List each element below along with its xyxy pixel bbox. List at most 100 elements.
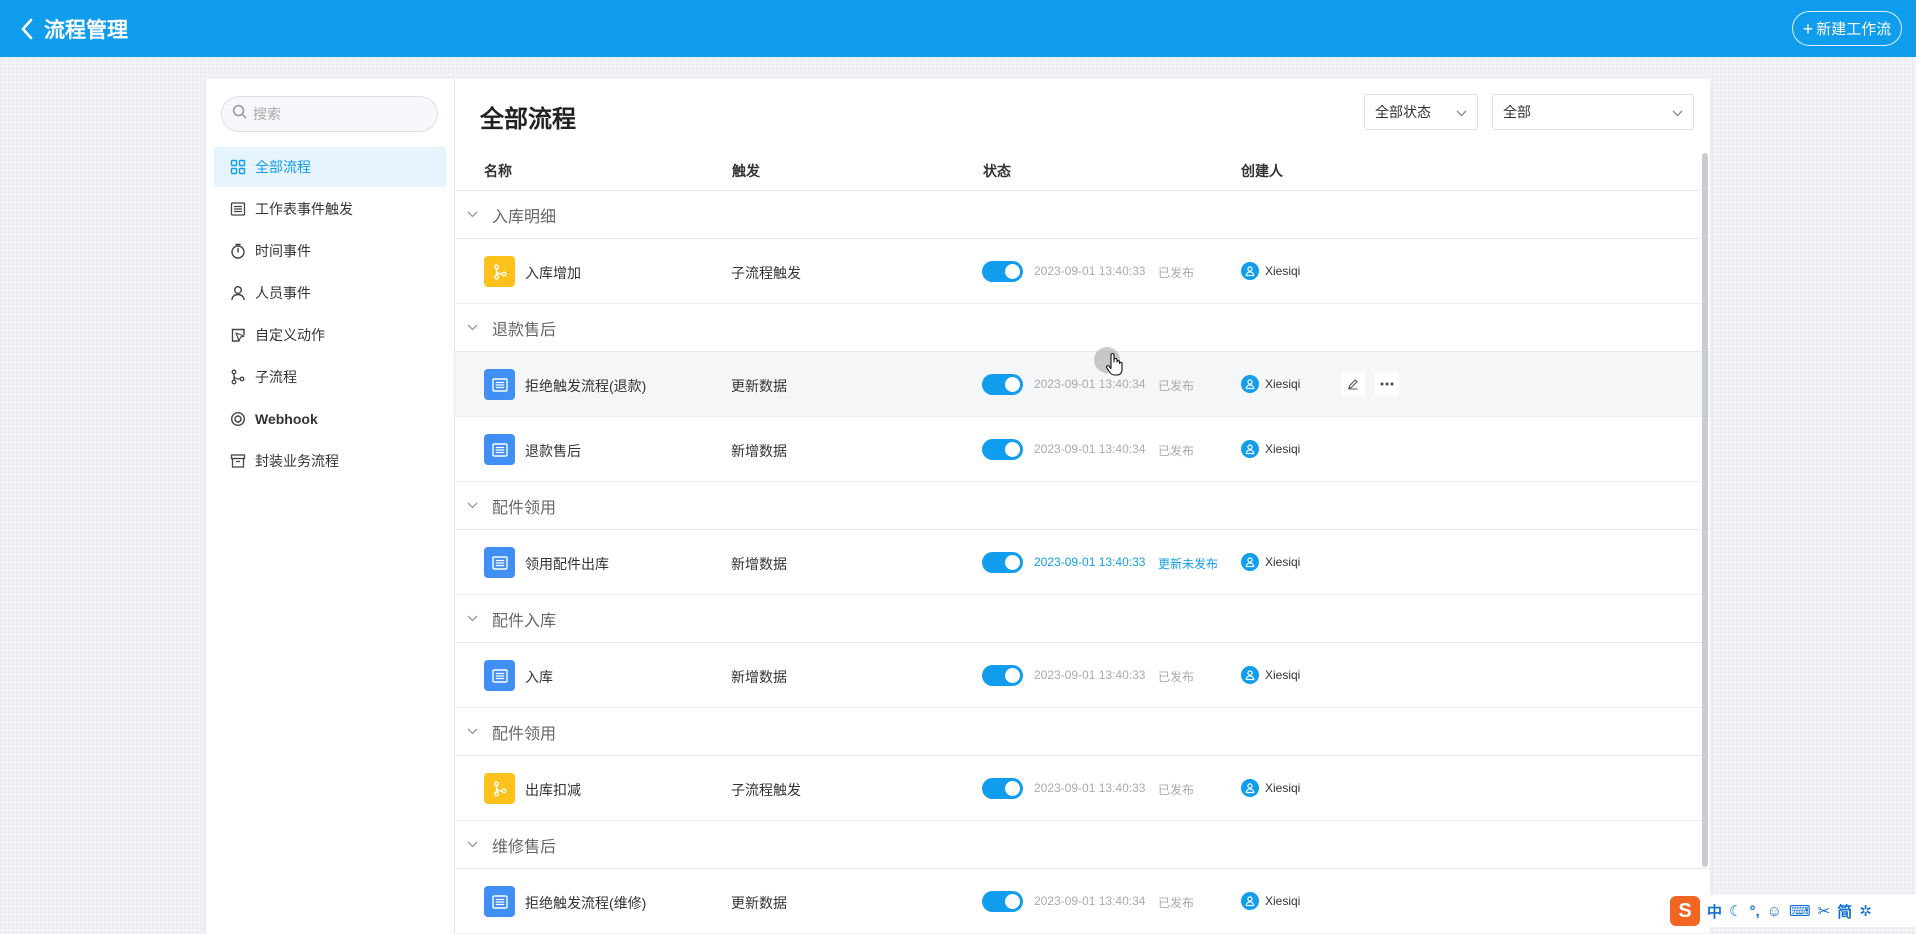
status-toggle[interactable]: [982, 261, 1023, 282]
sidebar-item-3[interactable]: 人员事件: [214, 273, 446, 313]
table-row[interactable]: 拒绝触发流程(维修) 更新数据 2023-09-01 13:40:34 已发布 Xies…: [455, 869, 1710, 934]
group-header[interactable]: 配件领用: [455, 708, 1710, 756]
new-workflow-button[interactable]: + 新建工作流: [1792, 11, 1902, 46]
publish-status: 已发布: [1158, 266, 1195, 280]
publish-time: 2023-09-01 13:40:33: [1034, 555, 1146, 569]
group-name: 配件领用: [492, 499, 557, 517]
chevron-down-icon[interactable]: [467, 726, 479, 738]
status-toggle[interactable]: [982, 439, 1023, 460]
sidebar-item-label: 自定义动作: [255, 327, 325, 343]
workflow-trigger: 子流程触发: [731, 782, 801, 798]
publish-status: 已发布: [1158, 896, 1195, 910]
ime-item-2[interactable]: °,: [1749, 903, 1759, 920]
workflow-trigger: 子流程触发: [731, 265, 801, 281]
status-filter-dropdown[interactable]: 全部状态: [1364, 94, 1478, 130]
ime-item-6[interactable]: 简: [1837, 901, 1852, 922]
publish-time: 2023-09-01 13:40:33: [1034, 264, 1146, 278]
scope-filter-dropdown[interactable]: 全部: [1492, 94, 1694, 130]
creator-name: Xiesiqi: [1265, 264, 1301, 278]
chevron-down-icon: [1456, 104, 1467, 120]
status-toggle[interactable]: [982, 374, 1023, 395]
sidebar-item-7[interactable]: 封装业务流程: [214, 441, 446, 481]
group-header[interactable]: 配件领用: [455, 482, 1710, 530]
worksheet-icon: [484, 434, 515, 465]
publish-status: 已发布: [1158, 670, 1195, 684]
chevron-down-icon[interactable]: [467, 322, 479, 334]
ime-item-1[interactable]: ☾: [1729, 902, 1742, 920]
edit-icon[interactable]: [1341, 372, 1365, 396]
sidebar-item-1[interactable]: 工作表事件触发: [214, 189, 446, 229]
status-filter-value: 全部状态: [1375, 104, 1431, 120]
status-toggle[interactable]: [982, 891, 1023, 912]
table-header: [455, 147, 1710, 191]
workflow-trigger: 更新数据: [731, 895, 787, 911]
workflow-name[interactable]: 退款售后: [525, 441, 581, 461]
back-arrow-icon[interactable]: [16, 18, 38, 40]
table-row[interactable]: 入库增加 子流程触发 2023-09-01 13:40:33 已发布 Xiesiqi: [455, 239, 1710, 304]
column-header-name: 名称: [484, 163, 512, 179]
sidebar-item-4[interactable]: 自定义动作: [214, 315, 446, 355]
workflow-name[interactable]: 入库增加: [525, 263, 581, 283]
chevron-down-icon[interactable]: [467, 209, 479, 221]
user-avatar-icon: [1241, 375, 1259, 393]
group-header[interactable]: 配件入库: [455, 595, 1710, 643]
webhook-icon: [229, 410, 247, 428]
publish-status: 已发布: [1158, 444, 1195, 458]
person-icon: [229, 284, 247, 302]
group-header[interactable]: 入库明细: [455, 191, 1710, 239]
plus-icon: +: [1802, 18, 1814, 39]
workflow-trigger: 新增数据: [731, 443, 787, 459]
table-row[interactable]: 入库 新增数据 2023-09-01 13:40:33 已发布 Xiesiqi: [455, 643, 1710, 708]
chevron-down-icon[interactable]: [467, 613, 479, 625]
search-box[interactable]: [221, 96, 438, 132]
hand-cursor-icon: [1093, 346, 1129, 382]
table-row[interactable]: 退款售后 新增数据 2023-09-01 13:40:34 已发布 Xiesiqi: [455, 417, 1710, 482]
page-title: 流程管理: [44, 18, 128, 42]
group-header[interactable]: 退款售后: [455, 304, 1710, 352]
ime-item-3[interactable]: ☺: [1767, 903, 1782, 920]
table-row[interactable]: 领用配件出库 新增数据 2023-09-01 13:40:33 更新未发布 Xiesiq…: [455, 530, 1710, 595]
subprocess-icon: [484, 773, 515, 804]
sidebar: 全部流程工作表事件触发时间事件人员事件自定义动作子流程 Webhook 封装业务流程: [206, 79, 455, 934]
search-input[interactable]: [253, 106, 423, 122]
sidebar-item-label: 子流程: [255, 369, 297, 385]
sidebar-item-5[interactable]: 子流程: [214, 357, 446, 397]
ime-toolbar: S 中 ☾ °, ☺ ⌨ ✂ 简 ✲: [1668, 895, 1916, 927]
status-toggle[interactable]: [982, 778, 1023, 799]
branch-icon: [229, 368, 247, 386]
sidebar-item-0[interactable]: 全部流程: [214, 147, 446, 187]
ime-item-0[interactable]: 中: [1707, 901, 1722, 922]
more-icon[interactable]: [1375, 372, 1399, 396]
chevron-down-icon: [1672, 104, 1683, 120]
chevron-down-icon[interactable]: [467, 839, 479, 851]
column-header-creator: 创建人: [1241, 163, 1283, 179]
column-header-status: 状态: [983, 163, 1011, 179]
user-avatar-icon: [1241, 892, 1259, 910]
user-avatar-icon: [1241, 553, 1259, 571]
group-name: 退款售后: [492, 321, 557, 339]
column-header-trigger: 触发: [732, 163, 760, 179]
workflow-name[interactable]: 出库扣减: [525, 780, 581, 800]
table-row[interactable]: 出库扣减 子流程触发 2023-09-01 13:40:33 已发布 Xiesiqi: [455, 756, 1710, 821]
status-toggle[interactable]: [982, 552, 1023, 573]
workflow-name[interactable]: 拒绝触发流程(退款): [525, 376, 646, 396]
publish-time: 2023-09-01 13:40:33: [1034, 668, 1146, 682]
ime-item-4[interactable]: ⌨: [1789, 902, 1811, 920]
sidebar-item-6[interactable]: Webhook: [214, 399, 446, 439]
ime-item-5[interactable]: ✂: [1818, 902, 1831, 920]
sidebar-item-2[interactable]: 时间事件: [214, 231, 446, 271]
chevron-down-icon[interactable]: [467, 500, 479, 512]
worksheet-icon: [484, 547, 515, 578]
ime-logo-icon[interactable]: S: [1670, 896, 1700, 926]
workflow-name[interactable]: 拒绝触发流程(维修): [525, 893, 646, 913]
publish-status: 更新未发布: [1158, 557, 1219, 571]
table-row[interactable]: 拒绝触发流程(退款) 更新数据 2023-09-01 13:40:34 已发布 Xies…: [455, 352, 1710, 417]
ime-item-7[interactable]: ✲: [1859, 902, 1872, 920]
status-toggle[interactable]: [982, 665, 1023, 686]
workflow-name[interactable]: 入库: [525, 667, 553, 687]
scrollbar-thumb[interactable]: [1702, 153, 1708, 867]
publish-time: 2023-09-01 13:40:34: [1034, 894, 1146, 908]
group-header[interactable]: 维修售后: [455, 821, 1710, 869]
publish-status: 已发布: [1158, 783, 1195, 797]
workflow-name[interactable]: 领用配件出库: [525, 554, 609, 574]
